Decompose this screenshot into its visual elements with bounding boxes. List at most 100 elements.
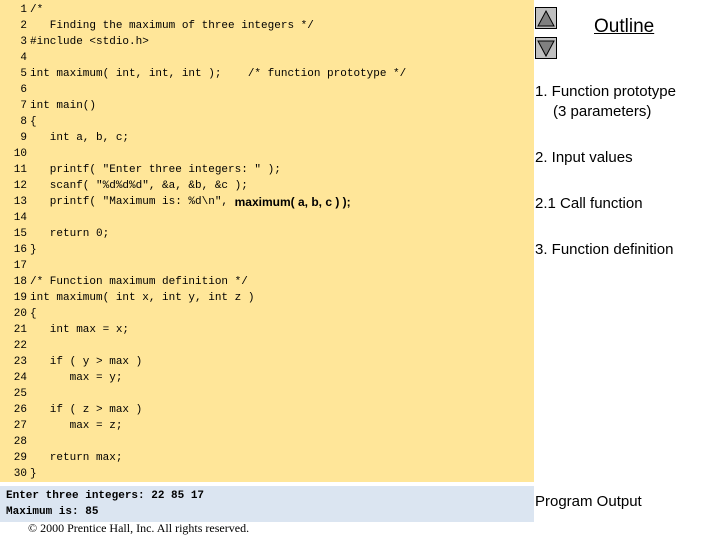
outline-item-label: 2. Input values (535, 149, 633, 166)
code-line: 1/* (0, 2, 534, 18)
output-line: Enter three integers: 22 85 17 (6, 490, 205, 502)
code-line: 12 scanf( "%d%d%d", &a, &b, &c ); (0, 178, 534, 194)
line-number: 16 (13, 244, 27, 256)
line-number: 4 (20, 52, 27, 64)
line-number: 14 (13, 212, 27, 224)
outline-item-call-function: 2.1 Call function (535, 194, 643, 214)
code-text: } (30, 244, 37, 256)
line-number: 22 (13, 340, 27, 352)
code-text: printf( "Maximum is: %d\n", (30, 196, 235, 208)
code-text: #include <stdio.h> (30, 36, 149, 48)
line-number: 9 (20, 132, 27, 144)
line-number: 11 (13, 164, 27, 176)
code-line: 4 (0, 50, 534, 66)
line-number: 12 (13, 180, 27, 192)
code-line: 18/* Function maximum definition */ (0, 274, 534, 290)
line-number: 5 (20, 68, 27, 80)
outline-item-function-prototype: 1. Function prototype (3 parameters) (535, 82, 676, 122)
code-line: 19 int maximum( int x, int y, int z ) (0, 290, 534, 306)
code-text: /* (30, 4, 44, 16)
code-line: 13 printf( "Maximum is: %d\n", maximum( … (0, 194, 534, 210)
outline-item-label: 1. Function prototype (535, 83, 676, 100)
output-line: Maximum is: 85 (6, 506, 99, 518)
code-text: Finding the maximum of three integers */ (30, 20, 314, 32)
maximum-call: maximum( a, b, c ) ); (234, 195, 351, 209)
code-text: if ( y > max ) (30, 356, 143, 368)
line-number: 28 (13, 436, 27, 448)
code-text: max = z; (30, 420, 123, 432)
code-line: 7 int main() (0, 98, 534, 114)
code-text: { (30, 308, 37, 320)
line-number: 7 (20, 100, 27, 112)
code-line: 26 if ( z > max ) (0, 402, 534, 418)
previous-slide-button[interactable] (535, 7, 557, 29)
code-text: int maximum( int x, int y, int z ) (30, 292, 255, 304)
line-number: 17 (13, 260, 27, 272)
code-line: 17 (0, 258, 534, 274)
code-line: 16} (0, 242, 534, 258)
code-line: 11 printf( "Enter three integers: " ); (0, 162, 534, 178)
code-line: 27 max = z; (0, 418, 534, 434)
code-text: } (30, 468, 37, 480)
code-text: max = y; (30, 372, 123, 384)
code-line: 14 (0, 210, 534, 226)
code-line: 3 #include <stdio.h> (0, 34, 534, 50)
code-text: int main() (30, 100, 97, 112)
outline-item-label: 2.1 Call function (535, 195, 643, 212)
code-line: 30} (0, 466, 534, 482)
line-number: 26 (13, 404, 27, 416)
code-text: int max = x; (30, 324, 130, 336)
code-line: 24 max = y; (0, 370, 534, 386)
line-number: 18 (13, 276, 27, 288)
code-text: { (30, 116, 37, 128)
line-number: 2 (20, 20, 27, 32)
code-line: 29 return max; (0, 450, 534, 466)
code-text: if ( z > max ) (30, 404, 143, 416)
line-number: 1 (20, 4, 27, 16)
line-number: 19 (13, 292, 27, 304)
code-line: 8{ (0, 114, 534, 130)
line-number: 30 (13, 468, 27, 480)
copyright-notice: © 2000 Prentice Hall, Inc. All rights re… (28, 521, 250, 535)
line-number: 29 (13, 452, 27, 464)
line-number: 23 (13, 356, 27, 368)
code-line: 22 (0, 338, 534, 354)
line-number: 27 (13, 420, 27, 432)
triangle-up-icon (537, 9, 555, 27)
outline-title: Outline (594, 16, 655, 37)
line-number: 10 (13, 148, 27, 160)
code-line: 25 (0, 386, 534, 402)
line-number: 25 (13, 388, 27, 400)
code-listing: 1/* 2 Finding the maximum of three intege… (0, 0, 534, 482)
code-text: int maximum( int, int, int ); /* functio… (30, 68, 407, 80)
code-text: int a, b, c; (30, 132, 130, 144)
code-line: 2 Finding the maximum of three integers … (0, 18, 534, 34)
code-line: 9 int a, b, c; (0, 130, 534, 146)
code-line: 15 return 0; (0, 226, 534, 242)
code-line: 21 int max = x; (0, 322, 534, 338)
line-number: 6 (20, 84, 27, 96)
code-text: printf( "Enter three integers: " ); (30, 164, 281, 176)
code-line: 20{ (0, 306, 534, 322)
outline-item-function-definition: 3. Function definition (535, 240, 673, 260)
code-text: return max; (30, 452, 123, 464)
code-text: /* Function maximum definition */ (30, 276, 248, 288)
code-line: 28 (0, 434, 534, 450)
line-number: 24 (13, 372, 27, 384)
triangle-down-icon (537, 40, 555, 58)
next-slide-button[interactable] (535, 37, 557, 59)
code-line: 5 int maximum( int, int, int ); /* functi… (0, 66, 534, 82)
line-number: 20 (13, 308, 27, 320)
line-number: 8 (20, 116, 27, 128)
code-text: scanf( "%d%d%d", &a, &b, &c ); (30, 180, 248, 192)
code-line: 23 if ( y > max ) (0, 354, 534, 370)
program-output-panel: Enter three integers: 22 85 17 Maximum i… (0, 486, 534, 522)
line-number: 15 (13, 228, 27, 240)
code-line: 6 (0, 82, 534, 98)
code-text: return 0; (30, 228, 110, 240)
program-output-label: Program Output (535, 493, 642, 510)
line-number: 21 (13, 324, 27, 336)
line-number: 13 (13, 196, 27, 208)
outline-item-sublabel: (3 parameters) (553, 103, 652, 120)
line-number: 3 (20, 36, 27, 48)
